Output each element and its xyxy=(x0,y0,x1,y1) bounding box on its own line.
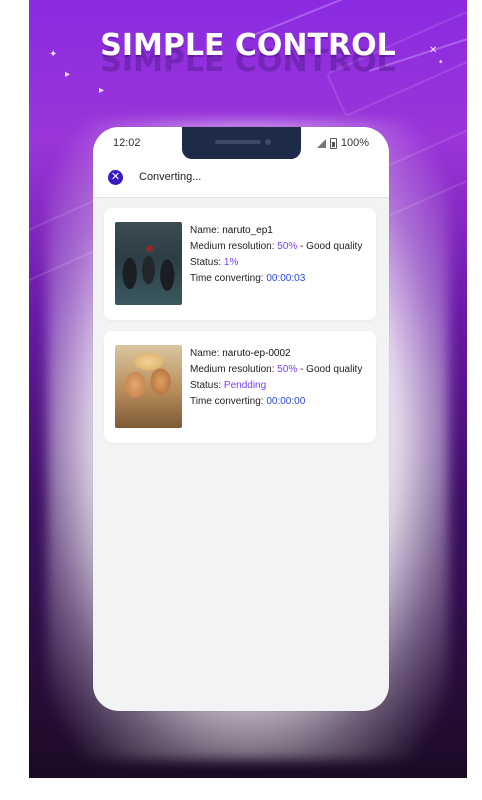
video-thumbnail xyxy=(115,222,182,305)
conversion-info: Name: naruto_ep1 Medium resolution: 50% … xyxy=(190,224,368,288)
status-value: Pendding xyxy=(223,380,267,391)
status-value: 1% xyxy=(223,257,239,268)
conversion-info: Name: naruto-ep-0002 Medium resolution: … xyxy=(190,347,368,411)
time-label: Time converting: xyxy=(190,396,264,407)
status-time: 12:02 xyxy=(113,137,141,149)
file-name: naruto_ep1 xyxy=(222,225,273,236)
name-label: Name: xyxy=(190,348,220,359)
promo-headline: SIMPLE CONTROL xyxy=(100,28,396,63)
name-row: Name: naruto-ep-0002 xyxy=(190,347,368,360)
status-label: Status: xyxy=(190,257,222,268)
name-row: Name: naruto_ep1 xyxy=(190,224,368,237)
battery-icon xyxy=(329,137,337,149)
name-label: Name: xyxy=(190,225,220,236)
time-value: 00:00:03 xyxy=(266,273,306,284)
video-thumbnail xyxy=(115,345,182,428)
phone-frame: 12:02 100% ✕ Converting... Name: naruto_… xyxy=(93,127,389,711)
speaker-grille xyxy=(215,140,261,144)
time-row: Time converting: 00:00:03 xyxy=(190,272,368,285)
app-bar: ✕ Converting... xyxy=(93,161,389,198)
conversion-item-card[interactable]: Name: naruto-ep-0002 Medium resolution: … xyxy=(104,331,376,443)
status-row: Status: 1% xyxy=(190,256,368,269)
time-value: 00:00:00 xyxy=(266,396,306,407)
quality-text: - Good quality xyxy=(300,241,363,252)
resolution-value: 50% xyxy=(277,241,298,252)
status-indicators: 100% xyxy=(316,137,369,149)
phone-notch xyxy=(182,127,301,159)
sparkle-icon: ▸ xyxy=(99,85,105,96)
time-row: Time converting: 00:00:00 xyxy=(190,395,368,408)
close-button[interactable]: ✕ xyxy=(108,170,123,185)
close-icon: ✕ xyxy=(110,171,121,183)
resolution-label: Medium resolution: xyxy=(190,364,275,375)
resolution-value: 50% xyxy=(277,364,298,375)
status-label: Status: xyxy=(190,380,222,391)
quality-text: - Good quality xyxy=(300,364,363,375)
signal-icon xyxy=(316,138,326,148)
resolution-label: Medium resolution: xyxy=(190,241,275,252)
file-name: naruto-ep-0002 xyxy=(222,348,291,359)
page-title: Converting... xyxy=(139,171,202,183)
conversion-item-card[interactable]: Name: naruto_ep1 Medium resolution: 50% … xyxy=(104,208,376,320)
battery-percent: 100% xyxy=(340,137,369,149)
front-camera xyxy=(265,139,271,145)
status-row: Status: Pendding xyxy=(190,379,368,392)
resolution-row: Medium resolution: 50% - Good quality xyxy=(190,363,368,376)
resolution-row: Medium resolution: 50% - Good quality xyxy=(190,240,368,253)
time-label: Time converting: xyxy=(190,273,264,284)
